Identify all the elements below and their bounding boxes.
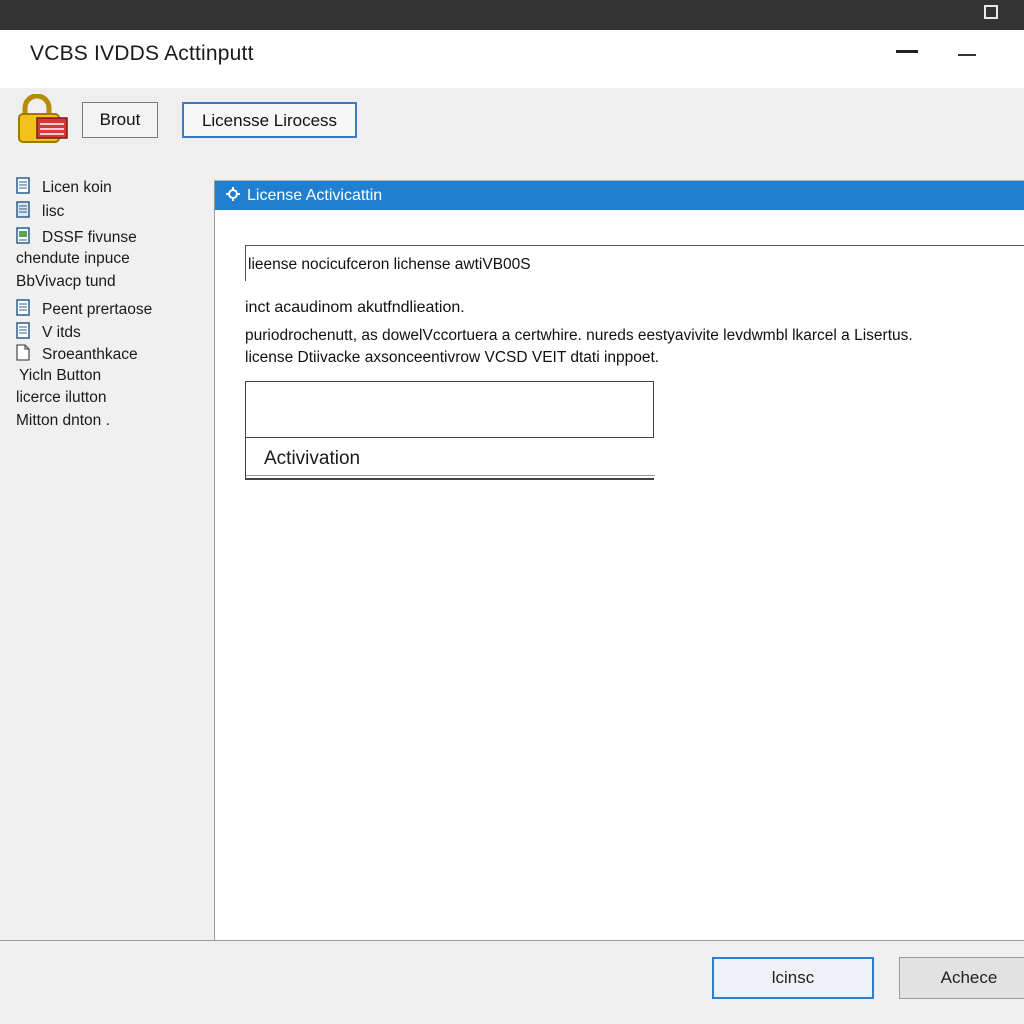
- license-activation-panel: License Activicattin lieense nocicufcero…: [214, 180, 1024, 940]
- license-key-input[interactable]: [245, 381, 654, 438]
- image-document-icon: [16, 227, 30, 244]
- top-bar: [0, 0, 1024, 30]
- sidebar-item-dssf[interactable]: DSSF fivunse: [16, 227, 137, 247]
- activation-underline: [246, 475, 655, 476]
- brout-button[interactable]: Brout: [82, 102, 158, 138]
- info-line-3: license Dtiivacke axsonceentivrow VCSD V…: [245, 349, 660, 366]
- window-title: VCBS IVDDS Acttinputt: [30, 42, 254, 65]
- sidebar-item-yicln-button[interactable]: Yicln Button: [19, 367, 101, 385]
- sidebar-item-label: lisc: [42, 203, 65, 220]
- achece-button[interactable]: Achece: [899, 957, 1024, 999]
- restore-icon[interactable]: [958, 54, 976, 56]
- sidebar-item-sroeanth[interactable]: Sroeanthkace: [16, 344, 138, 364]
- description-box: lieense nocicufceron lichense awtiVB00S: [245, 245, 1024, 281]
- sidebar-item-licerce-ilutton[interactable]: licerce ilutton: [16, 389, 106, 407]
- description-text: lieense nocicufceron lichense awtiVB00S: [248, 256, 531, 273]
- sidebar-item-label: Peent prertaose: [42, 301, 153, 318]
- document-icon: [16, 299, 30, 316]
- document-icon: [16, 201, 30, 218]
- sidebar-item-label: Licen koin: [42, 179, 112, 196]
- sidebar-item-label: DSSF fivunse: [42, 229, 137, 246]
- page-icon: [16, 344, 30, 361]
- document-icon: [16, 177, 30, 194]
- sidebar-item-vitds[interactable]: V itds: [16, 322, 81, 342]
- panel-title: License Activicattin: [247, 187, 383, 204]
- sidebar-item-mitton-dnton[interactable]: Mitton dnton .: [16, 412, 110, 430]
- sidebar-item-chendute[interactable]: chendute inpuce: [16, 250, 130, 268]
- sidebar-item-lisc[interactable]: lisc: [16, 201, 64, 221]
- sidebar-item-licen-koin[interactable]: Licen koin: [16, 177, 112, 197]
- gear-icon: [226, 187, 240, 201]
- info-line-2: puriodrochenutt, as dowelVccortuera a ce…: [245, 327, 913, 344]
- sidebar-item-label: Sroeanthkace: [42, 346, 138, 363]
- panel-header: License Activicattin: [215, 181, 1024, 210]
- document-icon: [16, 322, 30, 339]
- sidebar-item-peent[interactable]: Peent prertaose: [16, 299, 152, 319]
- lock-icon: [18, 94, 68, 143]
- sidebar-item-bbvivacp[interactable]: BbVivacp tund: [16, 273, 116, 291]
- license-process-button[interactable]: Licensse Lirocess: [182, 102, 357, 138]
- sidebar: Licen koin lisc DSSF fivunse chendute in…: [0, 165, 213, 940]
- activation-label: Activivation: [264, 448, 361, 469]
- info-line-1: inct acaudinom akutfndlieation.: [245, 299, 465, 316]
- minimize-icon[interactable]: [896, 50, 918, 53]
- sidebar-item-label: V itds: [42, 324, 81, 341]
- title-bar: VCBS IVDDS Acttinputt: [0, 30, 1024, 88]
- activation-field[interactable]: Activivation: [245, 438, 655, 480]
- primary-button[interactable]: lcinsc: [712, 957, 874, 999]
- maximize-icon[interactable]: [984, 5, 998, 19]
